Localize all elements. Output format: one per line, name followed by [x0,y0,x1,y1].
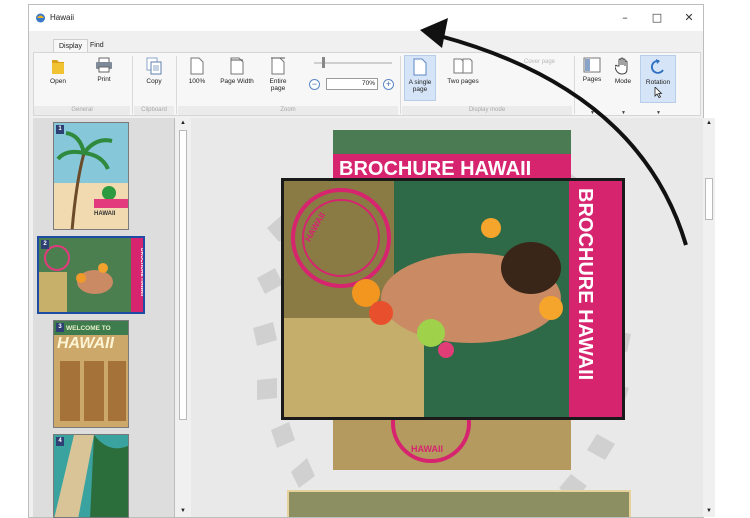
single-page-button[interactable]: A single page [404,55,436,101]
zoom-slider-thumb[interactable] [322,57,325,68]
thumbnail-page-1[interactable]: 1 HAWAII [53,122,129,230]
copy-icon [146,57,162,75]
pages-label: Pages [582,76,602,83]
maximize-button[interactable]: □ [646,8,668,28]
document-viewer[interactable]: BROCHURE HAWAII BROCHURE HAWAII HAWAII H… [191,118,703,517]
close-button[interactable]: ✕ [678,8,700,28]
thumbnail-1-image [54,123,128,229]
window-title: Hawaii [50,13,75,22]
rotate-icon [650,59,664,74]
hand-icon [615,57,628,75]
tab-find[interactable]: Find [85,39,109,53]
group-label-clipboard: Clipboard [134,106,174,115]
scrollbar-thumb[interactable] [179,130,187,420]
thumbnail-number: 1 [56,125,64,134]
title-bar: Hawaii – □ ✕ [29,5,703,31]
open-label: Open [50,78,66,85]
cover-page-option[interactable]: Cover page [524,59,555,65]
document-page-title: BROCHURE HAWAII [339,158,532,180]
pages-button[interactable]: Pages [578,55,606,83]
single-page-icon [413,58,427,76]
zoom-input[interactable]: 70% [326,78,378,90]
page-width-button[interactable]: Page Width [218,55,256,85]
document-side-title: BROCHURE HAWAII [574,188,596,381]
thumbnail-title: HAWAII [94,211,116,217]
next-page-preview [287,490,631,517]
group-label-zoom: Zoom [178,106,398,115]
single-page-label: A single page [408,79,432,93]
rotation-button[interactable]: Rotation [640,55,676,103]
group-separator [176,56,177,114]
scroll-down-arrow[interactable]: ▼ [705,507,713,515]
thumbnail-title: BROCHURE HAWAII [139,248,145,297]
two-pages-label: Two pages [447,78,479,85]
thumbnail-page-2[interactable]: 2 BROCHURE HAWAII [37,236,145,314]
entire-page-label: Entire page [269,78,287,92]
thumbnail-subtitle: HAWAII [57,335,114,352]
scroll-down-arrow[interactable]: ▼ [179,507,187,515]
zoom-100-button[interactable]: 100% [184,55,210,85]
copy-button[interactable]: Copy [140,55,168,85]
thumbnail-number: 2 [41,240,49,249]
zoom-slider[interactable] [314,62,392,64]
ribbon: Open Print Copy 100% Page Width Entire p… [33,52,701,116]
group-separator [132,56,133,114]
stamp-text-bottom: HAWAII [411,444,444,454]
thumbnail-number: 3 [56,323,64,332]
zoom-in-icon[interactable]: + [383,79,394,90]
scroll-up-arrow[interactable]: ▲ [705,119,713,127]
mode-label: Mode [614,78,632,85]
thumbnail-page-3[interactable]: 3 WELCOME TO HAWAII [53,320,129,428]
page-width-label: Page Width [220,78,254,85]
two-pages-icon [453,58,473,74]
open-button[interactable]: Open [44,55,72,85]
zoom-out-icon[interactable]: − [309,79,320,90]
page-icon [190,57,204,75]
ribbon-tabs: Display Find [29,31,703,53]
scroll-up-arrow[interactable]: ▲ [179,119,187,127]
mode-button[interactable]: Mode [612,55,634,85]
minimize-button[interactable]: – [614,8,636,28]
app-window: Hawaii – □ ✕ Display Find Open Print Cop… [28,4,715,518]
entire-page-button[interactable]: Entire page [266,55,290,92]
cursor-icon [654,87,662,98]
app-icon [36,13,45,23]
printer-icon [96,57,112,73]
thumbnail-page-4[interactable]: 4 [53,434,129,518]
entire-page-icon [271,57,285,75]
thumbnail-number: 4 [56,437,64,446]
viewer-scrollbar[interactable]: ▲ ▼ [703,118,715,517]
thumbnail-title: WELCOME TO [66,325,111,332]
scrollbar-thumb[interactable] [705,178,713,220]
tab-display[interactable]: Display [53,39,88,53]
two-pages-button[interactable]: Two pages [446,55,480,85]
rotation-dropdown-arrow[interactable]: ▼ [656,110,661,116]
group-separator [574,56,575,114]
page-width-icon [230,57,244,75]
rotation-label: Rotation [645,79,671,86]
pages-dropdown-arrow[interactable]: ▼ [590,110,595,116]
print-button[interactable]: Print [90,55,118,83]
thumbnail-panel: 1 HAWAII 2 BROCHURE HAWAII 3 WELCOME TO … [33,118,175,518]
thumbnail-4-image [54,435,128,517]
folder-open-icon [52,60,64,74]
mode-dropdown-arrow[interactable]: ▼ [621,110,626,116]
pages-icon [583,57,601,73]
print-label: Print [97,76,111,83]
group-label-general: General [34,106,130,115]
thumbnail-scrollbar[interactable]: ▲ ▼ [177,118,189,517]
copy-label: Copy [146,78,162,85]
zoom-100-label: 100% [188,78,206,85]
group-separator [400,56,401,114]
group-label-display-mode: Display mode [402,106,572,115]
